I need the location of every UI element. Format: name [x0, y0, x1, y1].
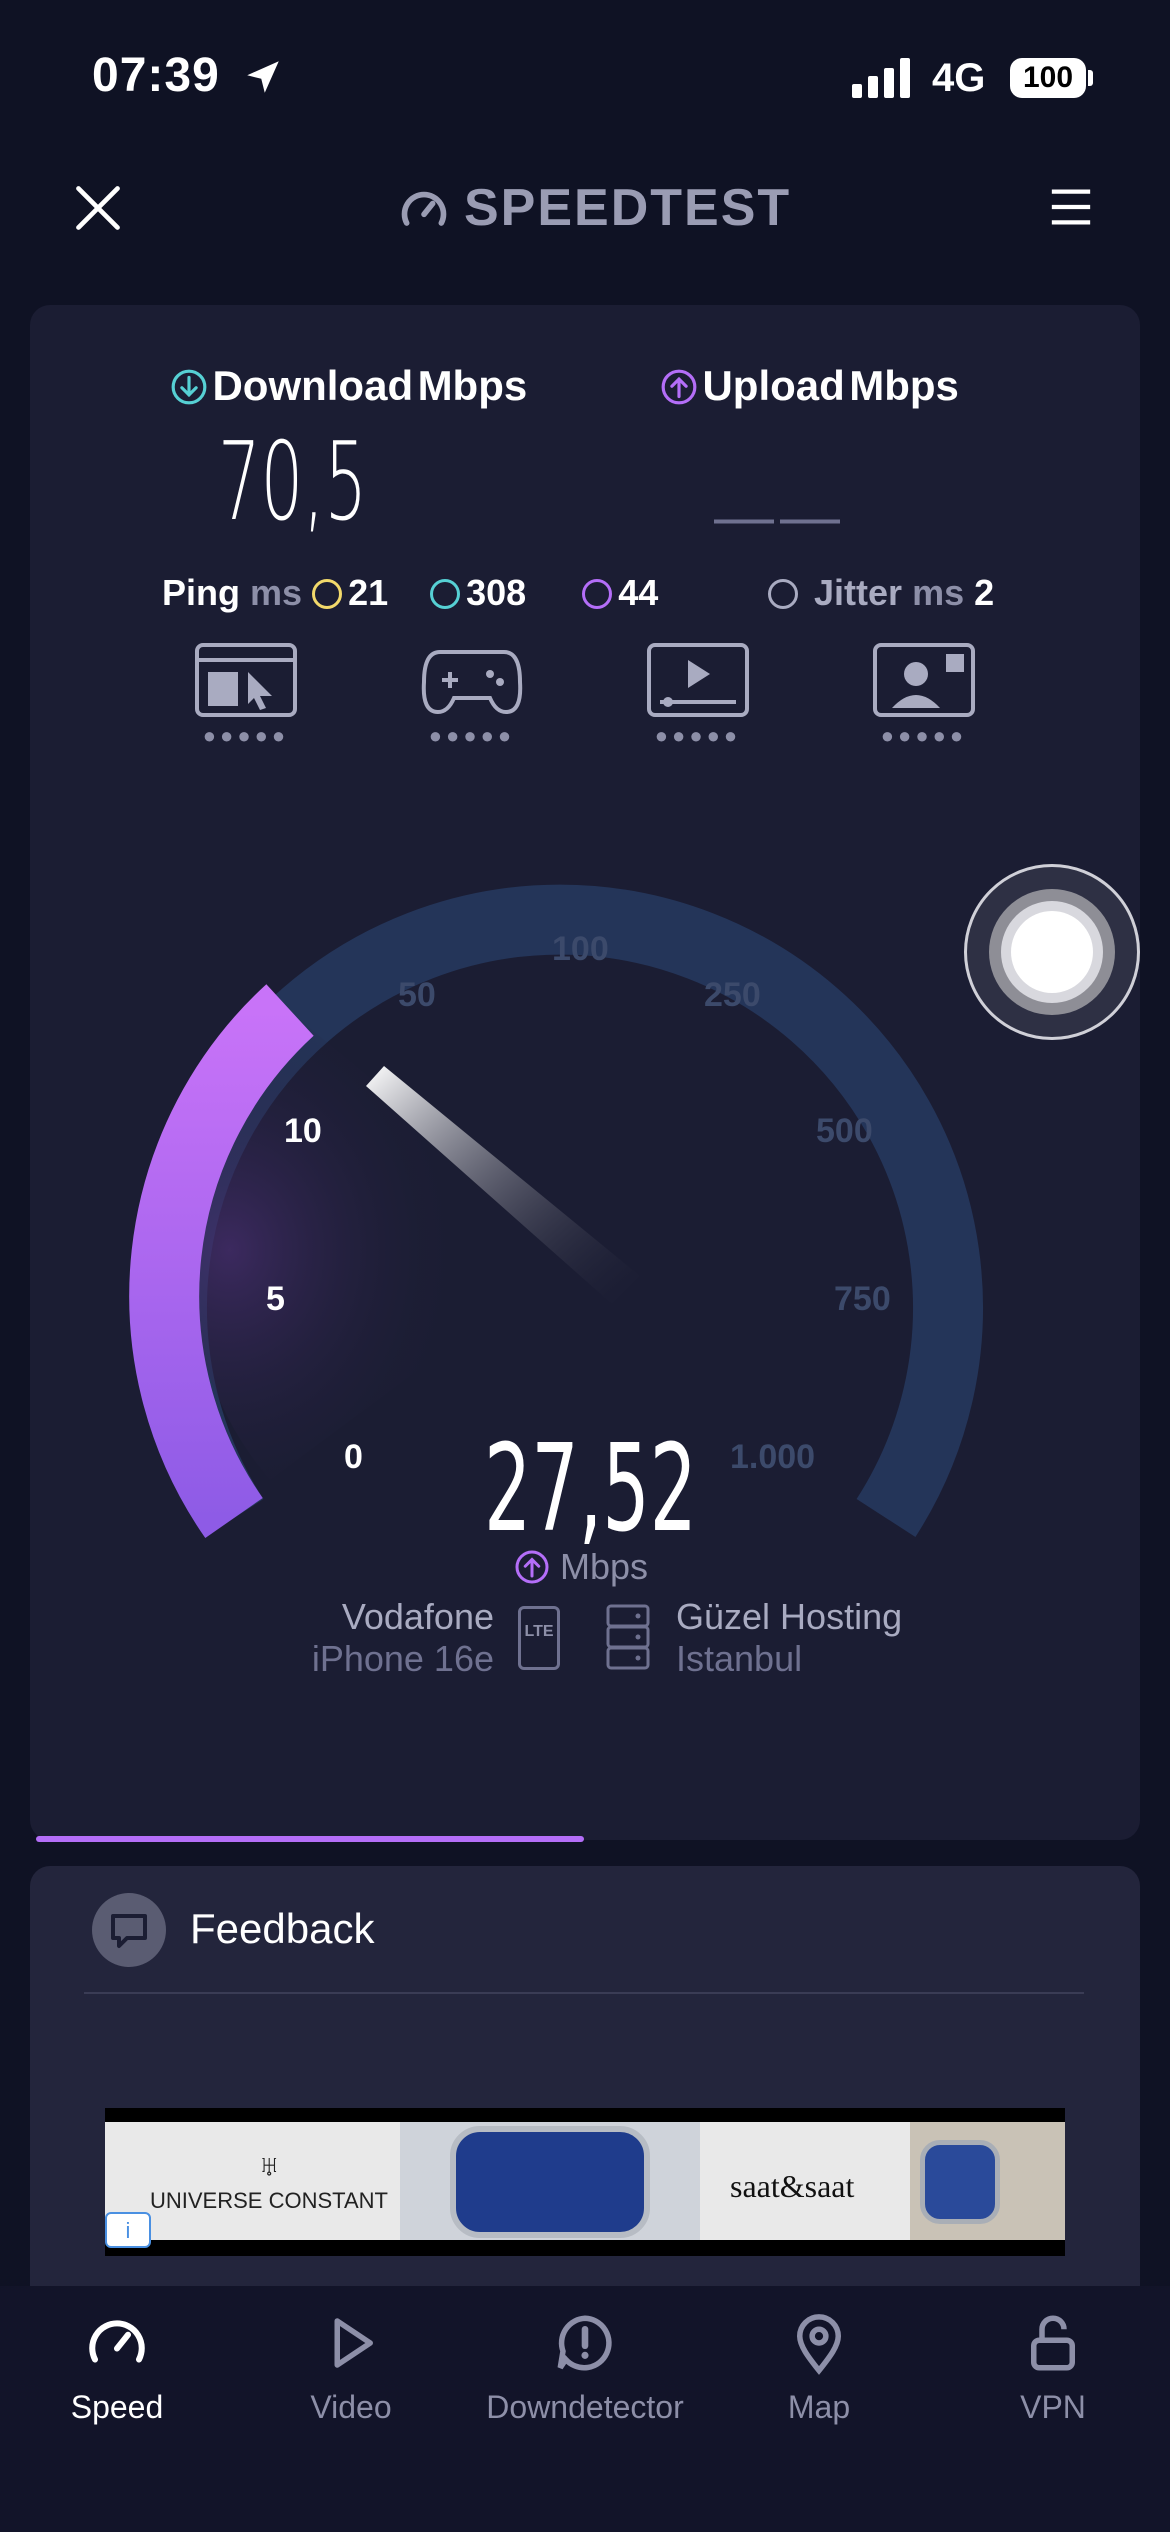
- nav-downdetector-label: Downdetector: [486, 2389, 684, 2425]
- battery-level: 100: [1010, 58, 1086, 98]
- download-value: 70,5: [218, 420, 368, 545]
- upload-arrow-icon: [661, 369, 697, 405]
- device-name: iPhone 16e: [311, 1638, 494, 1679]
- current-speed-unit-row: Mbps: [514, 1546, 648, 1588]
- nav-map[interactable]: Map: [702, 2310, 936, 2426]
- network-type: 4G: [932, 56, 986, 100]
- battery-icon: [1088, 70, 1093, 86]
- video-call-icon: [873, 643, 975, 717]
- map-pin-icon: [796, 2314, 842, 2375]
- nav-downdetector[interactable]: Downdetector: [468, 2310, 702, 2426]
- upload-arrow-icon: [515, 1550, 549, 1584]
- feedback-label[interactable]: Feedback: [190, 1905, 374, 1953]
- ping-unit: ms: [250, 572, 303, 613]
- upload-ping-icon: [582, 579, 613, 609]
- feedback-divider: [84, 1992, 1084, 1994]
- web-browsing-icon: [195, 643, 297, 717]
- gauge-label-250: 250: [704, 976, 761, 1014]
- location-arrow-icon: [247, 61, 279, 93]
- ping-upload-value: 44: [618, 572, 659, 613]
- gauge-label-0: 0: [344, 1438, 363, 1476]
- lte-phone-icon: LTE: [518, 1606, 560, 1670]
- current-speed-value: 27,52: [484, 1420, 697, 1559]
- watch-image-right: [910, 2122, 1065, 2240]
- gauge-label-50: 50: [398, 976, 436, 1014]
- gaming-experience[interactable]: ●●●●●: [420, 642, 524, 749]
- nav-video[interactable]: Video: [234, 2310, 468, 2426]
- download-arrow-icon: [171, 369, 207, 405]
- app-title: SPEEDTEST: [464, 179, 792, 237]
- feedback-icon-bg[interactable]: [92, 1893, 166, 1967]
- signal-icon: [852, 58, 910, 98]
- gamepad-icon: [421, 650, 523, 715]
- gauge-label-1000: 1.000: [730, 1438, 816, 1476]
- download-unit: Mbps: [417, 362, 528, 409]
- streaming-rating: ●●●●●: [654, 723, 742, 748]
- server-info[interactable]: Güzel Hosting Istanbul: [676, 1596, 902, 1680]
- jitter-unit: ms: [912, 572, 965, 613]
- play-icon: [334, 2318, 373, 2368]
- nav-map-label: Map: [787, 2389, 851, 2425]
- download-ping-icon: [430, 579, 461, 609]
- ad-brand-left: UNIVERSE CONSTANT: [150, 2188, 388, 2213]
- watch-image: [400, 2122, 700, 2240]
- ping-idle-value: 21: [348, 572, 389, 613]
- upload-label: Upload: [702, 362, 845, 409]
- close-icon[interactable]: [72, 182, 124, 234]
- ping-label: Ping: [162, 572, 240, 613]
- menu-icon[interactable]: [1048, 184, 1094, 230]
- test-progress-bar: [36, 1836, 584, 1842]
- nav-video-label: Video: [310, 2389, 392, 2425]
- jitter-row: Jitter ms 2: [768, 572, 994, 614]
- unlock-icon: [1031, 2315, 1075, 2371]
- current-speed-unit: Mbps: [560, 1546, 649, 1587]
- gauge-label-5: 5: [266, 1280, 285, 1318]
- assistive-touch-button[interactable]: [964, 864, 1140, 1040]
- provider-info[interactable]: Vodafone iPhone 16e: [270, 1596, 494, 1680]
- streaming-experience[interactable]: ●●●●●: [646, 642, 750, 749]
- upload-unit: Mbps: [849, 362, 959, 409]
- ad-info-icon[interactable]: i: [105, 2212, 151, 2248]
- video-player-icon: [647, 643, 749, 717]
- nav-speed[interactable]: Speed: [0, 2310, 234, 2426]
- ping-row: Ping ms 21 308 44: [162, 572, 658, 614]
- video-call-experience[interactable]: ●●●●●: [872, 642, 976, 749]
- jitter-icon: [768, 579, 798, 609]
- gauge-label-100: 100: [552, 930, 609, 968]
- upload-header: Upload Mbps: [660, 362, 959, 410]
- gauge-label-500: 500: [816, 1112, 873, 1150]
- browsing-rating: ●●●●●: [202, 723, 290, 748]
- nav-vpn-label: VPN: [1020, 2389, 1086, 2425]
- speedtest-logo-icon: [401, 191, 447, 226]
- upload-value: ——: [714, 483, 846, 550]
- browsing-experience[interactable]: ●●●●●: [194, 642, 298, 749]
- download-label: Download: [212, 362, 414, 409]
- idle-ping-icon: [312, 579, 343, 609]
- ad-logo-icon: ♅: [258, 2150, 281, 2183]
- status-time: 07:39: [92, 49, 220, 102]
- gauge-label-750: 750: [834, 1280, 891, 1318]
- ad-brand-right: saat&saat: [730, 2168, 855, 2204]
- server-icon: [606, 1604, 650, 1670]
- jitter-label: Jitter: [814, 572, 903, 613]
- chat-bubble-icon: [111, 1914, 147, 1948]
- server-name: Güzel Hosting: [676, 1596, 903, 1637]
- jitter-value: 2: [974, 572, 995, 613]
- gauge-label-10: 10: [284, 1112, 322, 1150]
- ping-download-value: 308: [466, 572, 527, 613]
- gaming-rating: ●●●●●: [428, 723, 516, 748]
- provider-name: Vodafone: [341, 1596, 494, 1637]
- network-badge: LTE: [524, 1623, 554, 1640]
- download-header: Download Mbps: [170, 362, 527, 410]
- speedometer-icon: [89, 2320, 145, 2363]
- nav-vpn[interactable]: VPN: [936, 2310, 1170, 2426]
- alert-bubble-icon: [557, 2315, 612, 2371]
- server-location: Istanbul: [676, 1638, 803, 1679]
- nav-speed-label: Speed: [70, 2389, 164, 2425]
- video-call-rating: ●●●●●: [880, 723, 968, 748]
